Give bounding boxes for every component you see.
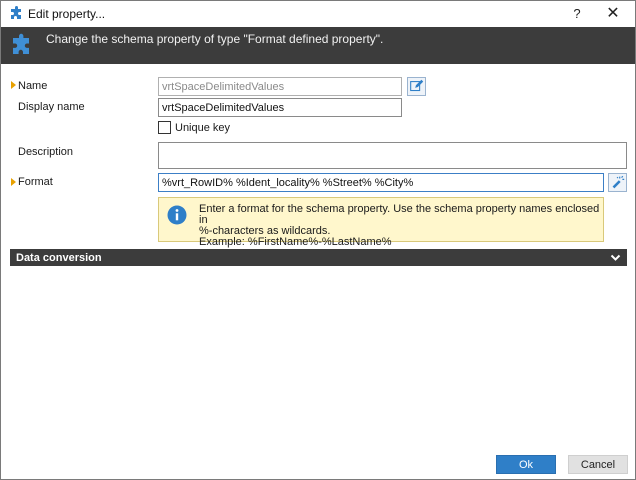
puzzle-icon	[11, 6, 21, 19]
ok-button[interactable]: Ok	[496, 455, 556, 474]
close-button[interactable]: ✕	[591, 1, 635, 27]
name-field[interactable]	[158, 77, 402, 96]
name-label: Name	[18, 80, 48, 92]
window-title: Edit property...	[28, 7, 106, 21]
edit-pencil-icon	[410, 79, 424, 92]
format-info-box: Enter a format for the schema property. …	[158, 197, 604, 248]
header-text: Change the schema property of type "Form…	[46, 32, 384, 46]
description-label: Description	[18, 146, 74, 158]
display-name-field[interactable]	[158, 98, 402, 117]
info-line-3: Example: %FirstName%-%LastName%	[199, 236, 392, 248]
info-text: Enter a format for the schema property. …	[199, 204, 603, 248]
unique-key-checkbox[interactable]	[158, 121, 171, 134]
edit-property-dialog: Edit property... ? ✕ Change the schema p…	[0, 0, 636, 480]
format-field[interactable]	[158, 173, 604, 192]
dialog-header: Change the schema property of type "Form…	[1, 27, 635, 64]
edit-name-button[interactable]	[407, 77, 426, 96]
data-conversion-section[interactable]: Data conversion	[10, 249, 627, 266]
format-wizard-button[interactable]	[608, 173, 627, 192]
required-marker	[11, 81, 16, 89]
wand-icon	[612, 175, 625, 189]
chevron-down-icon[interactable]	[610, 252, 621, 263]
cancel-button[interactable]: Cancel	[568, 455, 628, 474]
unique-key-label: Unique key	[175, 122, 231, 134]
puzzle-icon	[13, 33, 29, 54]
data-conversion-label: Data conversion	[16, 252, 102, 264]
help-button[interactable]: ?	[564, 1, 590, 27]
required-marker	[11, 178, 16, 186]
display-name-label: Display name	[18, 101, 85, 113]
description-field[interactable]	[158, 142, 627, 169]
info-icon	[167, 205, 187, 225]
info-line-1: Enter a format for the schema property. …	[199, 203, 600, 226]
format-label: Format	[18, 176, 53, 188]
title-bar: Edit property... ? ✕	[1, 1, 635, 27]
